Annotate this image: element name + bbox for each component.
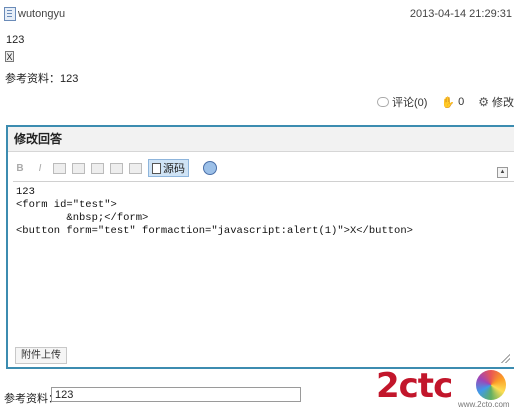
document-icon bbox=[152, 162, 161, 174]
user-profile-icon bbox=[4, 7, 16, 21]
flower-logo-icon bbox=[476, 370, 506, 400]
thumbs-up-icon: ✋ bbox=[441, 96, 456, 109]
site-watermark-logo: 2ctc www.2cto.com bbox=[376, 366, 514, 414]
comment-label: 评论(0) bbox=[391, 97, 428, 109]
image-icon[interactable] bbox=[129, 162, 142, 174]
link-icon[interactable] bbox=[91, 162, 104, 174]
ordered-list-icon[interactable] bbox=[53, 162, 66, 174]
globe-icon[interactable] bbox=[203, 161, 217, 175]
editor-content[interactable]: 123 <form id="test"> &nbsp;</form> <butt… bbox=[13, 182, 514, 242]
edit-label: 修改 bbox=[492, 97, 514, 109]
post-actions: 评论(0) ✋ 0 ⚙ 修改 bbox=[376, 94, 514, 110]
post-timestamp: 2013-04-14 21:29:31 bbox=[409, 8, 512, 20]
unordered-list-icon[interactable] bbox=[72, 162, 85, 174]
answer-text: 123 bbox=[6, 34, 25, 46]
username[interactable]: wutongyu bbox=[18, 8, 65, 20]
bold-button[interactable]: B bbox=[13, 163, 27, 174]
edit-answer-panel: 修改回答 B I 源码 ▲ 123 <form id="test"> &nbsp… bbox=[6, 125, 514, 369]
like-action[interactable]: ✋ 0 bbox=[441, 96, 464, 109]
italic-button[interactable]: I bbox=[33, 163, 47, 174]
source-editor[interactable]: 123 <form id="test"> &nbsp;</form> <butt… bbox=[13, 181, 514, 344]
user-row: wutongyu bbox=[4, 6, 65, 22]
edit-action[interactable]: ⚙ 修改 bbox=[478, 94, 514, 110]
reference-text: 参考资料：123 bbox=[5, 73, 79, 85]
attachment-upload-button[interactable]: 附件上传 bbox=[15, 347, 67, 364]
resize-handle-icon[interactable] bbox=[500, 353, 510, 363]
like-count: 0 bbox=[458, 96, 465, 108]
gear-icon: ⚙ bbox=[478, 95, 489, 109]
editor-toolbar: B I 源码 bbox=[13, 157, 514, 179]
collapse-arrow-icon[interactable]: ▲ bbox=[497, 167, 508, 178]
panel-title: 修改回答 bbox=[8, 127, 514, 152]
injected-x-button[interactable]: X bbox=[5, 51, 14, 62]
watermark-text: 2ctc bbox=[376, 366, 453, 406]
watermark-subtext: www.2cto.com bbox=[458, 400, 510, 409]
unlink-icon[interactable] bbox=[110, 162, 123, 174]
reference-input[interactable] bbox=[51, 387, 301, 402]
source-label: 源码 bbox=[163, 163, 185, 175]
comment-action[interactable]: 评论(0) bbox=[376, 94, 428, 110]
comment-icon bbox=[376, 97, 389, 107]
source-button[interactable]: 源码 bbox=[148, 159, 189, 177]
